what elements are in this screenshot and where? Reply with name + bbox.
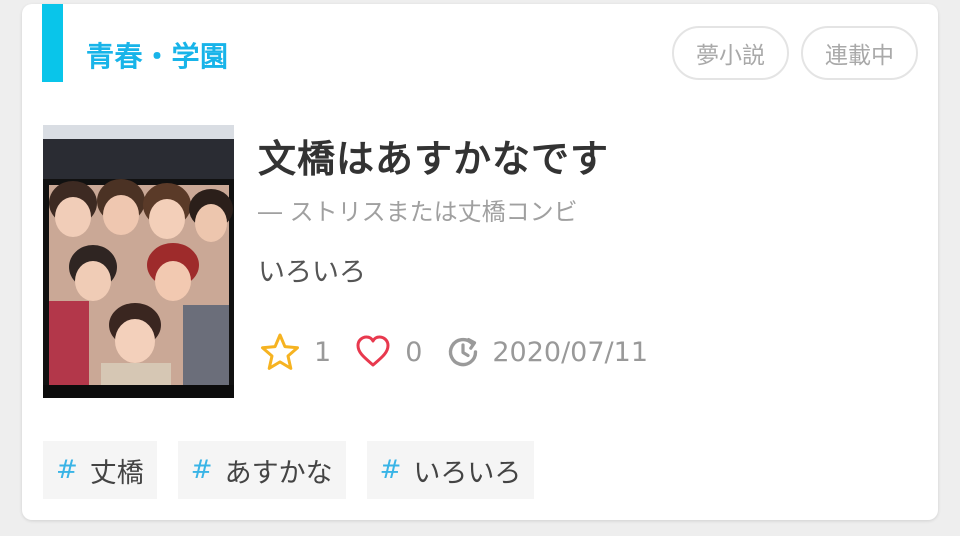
badge-group: 夢小説 連載中 — [672, 26, 918, 80]
cover-image[interactable] — [43, 125, 234, 398]
tag-item[interactable]: # あすかな — [177, 441, 346, 499]
hash-icon: # — [190, 455, 213, 485]
tag-label: 丈橋 — [89, 457, 144, 489]
cover-photo-illustration — [43, 125, 234, 398]
tag-label: あすかな — [224, 457, 333, 489]
status-badge: 連載中 — [801, 26, 918, 80]
category-badge: 夢小説 — [672, 26, 789, 80]
tag-item[interactable]: # 丈橋 — [43, 441, 157, 499]
hash-icon: # — [56, 455, 78, 485]
story-description: いろいろ — [258, 257, 366, 288]
story-subtitle: ― ストリスまたは丈橋コンビ — [258, 198, 578, 226]
history-clock-icon — [446, 335, 480, 369]
hash-icon: # — [379, 455, 402, 485]
star-count: 1 — [314, 336, 332, 368]
story-title[interactable]: 文橋はあすかなです — [258, 128, 609, 183]
story-stats: 1 0 2020/07/11 — [260, 332, 648, 372]
updated-date: 2020/07/11 — [492, 336, 648, 368]
heart-count: 0 — [405, 336, 423, 368]
tag-label: いろいろ — [413, 457, 522, 489]
genre-label[interactable]: 青春・学園 — [86, 35, 229, 75]
tag-item[interactable]: # いろいろ — [366, 441, 535, 499]
genre-accent-bar — [42, 4, 63, 82]
story-card[interactable]: 青春・学園 夢小説 連載中 文橋はあすかなです ― ストリスまたは丈橋コンビ い… — [22, 4, 938, 520]
heart-icon[interactable] — [355, 334, 391, 370]
star-icon[interactable] — [260, 332, 300, 372]
tag-list: # 丈橋 # あすかな # いろいろ — [43, 441, 535, 499]
